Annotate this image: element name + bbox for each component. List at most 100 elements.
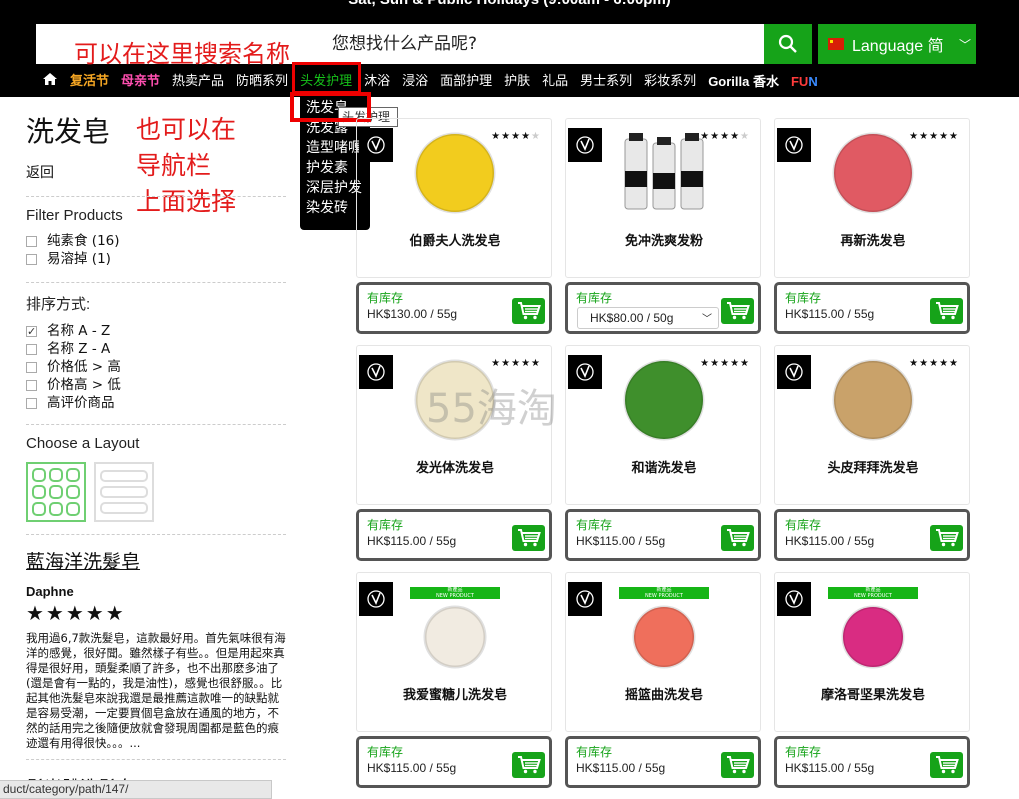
size-select[interactable]: HK$80.00 / 50g ﹀ bbox=[577, 307, 719, 329]
cart-icon bbox=[517, 302, 541, 320]
product-card-top[interactable]: ★★★★★ 免冲洗爽发粉 bbox=[565, 118, 761, 278]
sort-label: 名称 Z - A bbox=[47, 341, 111, 357]
add-to-cart-button[interactable] bbox=[930, 525, 963, 551]
product-image-wrap[interactable] bbox=[823, 585, 923, 670]
product-card[interactable]: ★★★★★ 伯爵夫人洗发皂 有库存 HK$130.00 / 55g bbox=[356, 118, 552, 334]
product-image-wrap[interactable] bbox=[614, 585, 714, 670]
nav-sun-care[interactable]: 防晒系列 bbox=[230, 72, 294, 92]
product-card-top[interactable]: ★★★★★ 和谐洗发皂 bbox=[565, 345, 761, 505]
product-name[interactable]: 摇篮曲洗发皂 bbox=[566, 684, 762, 703]
review-product-link[interactable]: 藍海洋洗髮皂 bbox=[26, 547, 288, 574]
sort-option-name-za[interactable]: 名称 Z - A bbox=[26, 340, 288, 358]
product-image-wrap[interactable] bbox=[614, 358, 714, 443]
product-card[interactable]: ★★★★★ 头皮拜拜洗发皂 有库存 HK$115.00 / 55g bbox=[774, 345, 970, 561]
sort-option-top-rated[interactable]: 高评价商品 bbox=[26, 394, 288, 412]
product-image-wrap[interactable] bbox=[405, 131, 505, 216]
add-to-cart-button[interactable] bbox=[721, 752, 754, 778]
nav-gorilla-perfume[interactable]: Gorilla 香水 bbox=[702, 72, 785, 92]
nav-makeup[interactable]: 彩妆系列 bbox=[638, 72, 702, 92]
product-card-top[interactable]: ★★★★★ 再新洗发皂 bbox=[774, 118, 970, 278]
product-name[interactable]: 和谐洗发皂 bbox=[566, 457, 762, 476]
add-to-cart-button[interactable] bbox=[930, 298, 963, 324]
add-to-cart-button[interactable] bbox=[930, 752, 963, 778]
nav-bestsellers[interactable]: 热卖产品 bbox=[166, 72, 230, 92]
checkbox-checked[interactable] bbox=[26, 323, 37, 341]
cart-icon bbox=[517, 756, 541, 774]
nav-home[interactable] bbox=[36, 72, 64, 93]
nav-bath[interactable]: 浸浴 bbox=[396, 72, 434, 92]
product-image-wrap[interactable] bbox=[614, 131, 714, 216]
review-author: Daphne bbox=[26, 584, 74, 599]
sort-option-price-low-high[interactable]: 价格低 > 高 bbox=[26, 358, 288, 376]
product-image-wrap[interactable] bbox=[823, 358, 923, 443]
checkbox[interactable] bbox=[26, 235, 37, 247]
cart-icon bbox=[517, 529, 541, 547]
product-card[interactable]: 新產品 NEW PRODUCT 我爱蜜糖儿洗发皂 有库存 HK$115.00 / 55g bbox=[356, 572, 552, 788]
layout-grid-button[interactable] bbox=[26, 462, 86, 522]
add-to-cart-button[interactable] bbox=[512, 298, 545, 324]
product-name[interactable]: 我爱蜜糖儿洗发皂 bbox=[357, 684, 553, 703]
product-buy-box: 有库存 HK$115.00 / 55g bbox=[774, 509, 970, 561]
cart-icon bbox=[726, 302, 750, 320]
nav-mothers-day[interactable]: 母亲节 bbox=[115, 72, 166, 92]
filter-option-dissolvable[interactable]: 易溶掉 (1) bbox=[26, 250, 288, 268]
language-selector[interactable]: Language 简 ﹀ bbox=[818, 24, 976, 64]
nav-face-care[interactable]: 面部护理 bbox=[434, 72, 498, 92]
add-to-cart-button[interactable] bbox=[721, 525, 754, 551]
product-card-top[interactable]: 新產品 NEW PRODUCT 我爱蜜糖儿洗发皂 bbox=[356, 572, 552, 732]
checkbox[interactable] bbox=[26, 397, 37, 409]
vegan-badge bbox=[359, 582, 393, 616]
product-image-wrap[interactable] bbox=[405, 585, 505, 670]
vegan-badge bbox=[568, 582, 602, 616]
nav-skin-care[interactable]: 护肤 bbox=[498, 72, 536, 92]
product-name[interactable]: 再新洗发皂 bbox=[775, 230, 971, 249]
opening-hours: Sat, Sun & Public Holidays (9:00am - 6:0… bbox=[0, 0, 1019, 8]
price: HK$80.00 / 50g bbox=[590, 311, 674, 325]
product-card-top[interactable]: 新產品 NEW PRODUCT 摇篮曲洗发皂 bbox=[565, 572, 761, 732]
add-to-cart-button[interactable] bbox=[512, 525, 545, 551]
search-input[interactable] bbox=[332, 30, 752, 58]
add-to-cart-button[interactable] bbox=[512, 752, 545, 778]
search-icon bbox=[778, 34, 797, 53]
product-buy-box: 有库存 HK$115.00 / 55g bbox=[774, 736, 970, 788]
search-button[interactable] bbox=[764, 24, 812, 64]
checkbox[interactable] bbox=[26, 379, 37, 391]
cart-icon bbox=[935, 756, 959, 774]
product-name[interactable]: 发光体洗发皂 bbox=[357, 457, 553, 476]
product-card[interactable]: ★★★★★ 免冲洗爽发粉 有库存 HK$80.00 / 50g ﹀ bbox=[565, 118, 761, 334]
product-card-top[interactable]: ★★★★★ 伯爵夫人洗发皂 bbox=[356, 118, 552, 278]
nav-shower[interactable]: 沐浴 bbox=[358, 72, 396, 92]
back-link[interactable]: 返回 bbox=[26, 162, 288, 182]
page-title: 洗发皂 bbox=[26, 115, 111, 148]
product-buy-box: 有库存 HK$115.00 / 55g bbox=[565, 509, 761, 561]
checkbox[interactable] bbox=[26, 361, 37, 373]
nav-fun-part-b: N bbox=[808, 74, 818, 89]
product-card[interactable]: 新產品 NEW PRODUCT 摇篮曲洗发皂 有库存 HK$115.00 / 55g bbox=[565, 572, 761, 788]
add-to-cart-button[interactable] bbox=[721, 298, 754, 324]
product-card[interactable]: ★★★★★ 再新洗发皂 有库存 HK$115.00 / 55g bbox=[774, 118, 970, 334]
product-card[interactable]: 新產品 NEW PRODUCT 摩洛哥坚果洗发皂 有库存 HK$115.00 / 55g bbox=[774, 572, 970, 788]
product-image-wrap[interactable] bbox=[823, 131, 923, 216]
product-name[interactable]: 免冲洗爽发粉 bbox=[566, 230, 762, 249]
checkbox[interactable] bbox=[26, 253, 37, 265]
sort-option-price-high-low[interactable]: 价格高 > 低 bbox=[26, 376, 288, 394]
nav-mens[interactable]: 男士系列 bbox=[574, 72, 638, 92]
product-image bbox=[623, 359, 705, 440]
product-name[interactable]: 摩洛哥坚果洗发皂 bbox=[775, 684, 971, 703]
filter-option-vegan[interactable]: 纯素食 (16) bbox=[26, 232, 288, 250]
nav-gifts[interactable]: 礼品 bbox=[536, 72, 574, 92]
vegan-badge bbox=[777, 582, 811, 616]
vegan-badge bbox=[777, 128, 811, 162]
sort-option-name-az[interactable]: 名称 A - Z bbox=[26, 322, 288, 341]
checkbox[interactable] bbox=[26, 343, 37, 355]
product-name[interactable]: 伯爵夫人洗发皂 bbox=[357, 230, 553, 249]
product-name[interactable]: 头皮拜拜洗发皂 bbox=[775, 457, 971, 476]
vegan-icon bbox=[785, 590, 803, 608]
layout-list-button[interactable] bbox=[94, 462, 154, 522]
nav-easter[interactable]: 复活节 bbox=[64, 72, 115, 92]
product-card-top[interactable]: 新產品 NEW PRODUCT 摩洛哥坚果洗发皂 bbox=[774, 572, 970, 732]
nav-fun[interactable]: FUN bbox=[785, 72, 824, 92]
product-card[interactable]: ★★★★★ 和谐洗发皂 有库存 HK$115.00 / 55g bbox=[565, 345, 761, 561]
product-card-top[interactable]: ★★★★★ 头皮拜拜洗发皂 bbox=[774, 345, 970, 505]
chevron-down-icon: ﹀ bbox=[958, 37, 971, 52]
